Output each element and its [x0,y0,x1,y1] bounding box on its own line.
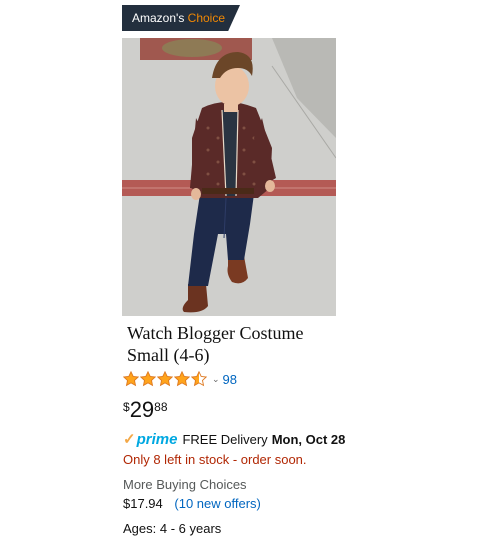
product-card: Amazon's Choice Watch Blogger Costume Sm… [0,0,480,543]
price-currency: $ [123,400,130,414]
delivery-date: Mon, Oct 28 [271,432,346,447]
offer-price: $17.94 [123,496,163,511]
price-whole: 29 [129,397,155,422]
chevron-down-icon[interactable]: ⌄ [212,374,220,385]
prime-check-icon: ✓ [123,431,136,448]
badge-accent: Choice [187,11,226,25]
more-buying-choices-row: $17.94 (10 new offers) [123,496,261,511]
more-buying-choices-label: More Buying Choices [123,477,247,492]
product-image[interactable] [122,38,336,316]
product-title-line2: Small (4-6) [127,345,210,365]
star-icon [157,371,173,387]
product-title[interactable]: Watch Blogger Costume Small (4-6) [127,322,367,366]
product-title-line1: Watch Blogger Costume [127,323,304,343]
new-offers-link[interactable]: (10 new offers) [174,496,260,511]
star-icon [174,371,190,387]
price-fraction: 88 [154,400,168,414]
star-icon [123,371,139,387]
review-count-link[interactable]: 98 [223,372,237,387]
delivery-row: ✓ prime FREE Delivery Mon, Oct 28 [123,430,345,448]
stock-status: Only 8 left in stock - order soon. [123,452,307,467]
age-range: Ages: 4 - 6 years [123,521,222,536]
rating-row[interactable]: ⌄ 98 [123,370,237,388]
amazons-choice-badge: Amazon's Choice [122,5,240,31]
prime-logo: ✓ prime [123,430,177,448]
prime-word: prime [136,431,178,448]
star-icon [140,371,156,387]
star-icon [191,371,207,387]
badge-prefix: Amazon's [132,11,185,25]
price: $ 29 88 [123,398,168,422]
free-delivery-label: FREE Delivery [182,432,268,447]
star-rating [123,371,208,387]
product-photo-illustration [122,38,336,316]
